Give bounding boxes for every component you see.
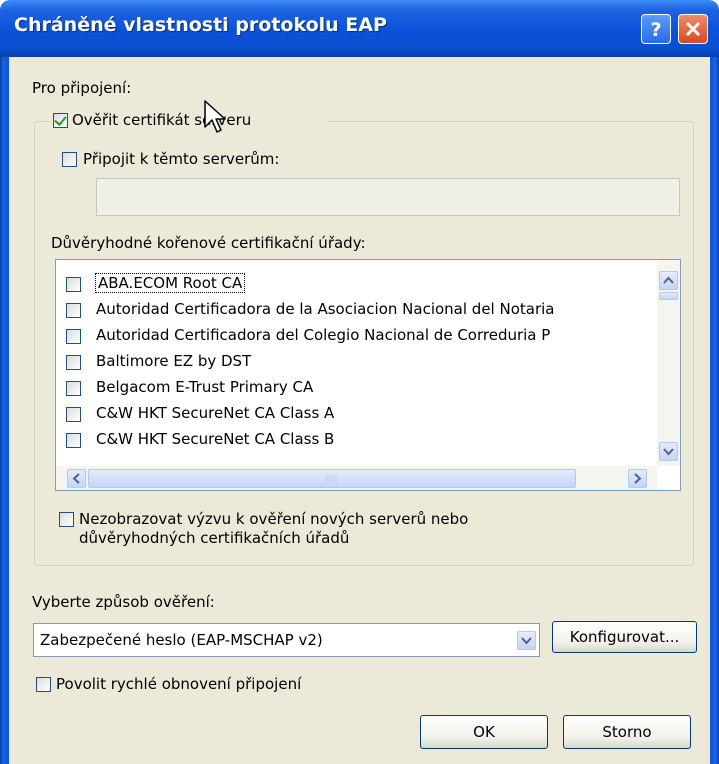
- auth-method-select[interactable]: Zabezpečené heslo (EAP-MSCHAP v2): [33, 623, 540, 657]
- dialog-body: Pro připojení: Ověřit certifikát serveru…: [9, 57, 710, 764]
- chevron-down-icon: [521, 637, 532, 645]
- no-prompt-label-line1: Nezobrazovat výzvu k ověření nových serv…: [79, 510, 469, 528]
- help-button[interactable]: ?: [641, 14, 671, 44]
- scroll-right-button[interactable]: [628, 469, 647, 488]
- ca-label: Belgacom E-Trust Primary CA: [96, 378, 314, 396]
- window-border-left: [0, 57, 9, 764]
- auth-method-label: Vyberte způsob ověření:: [32, 593, 215, 611]
- chevron-up-icon: [663, 276, 674, 284]
- scroll-down-button[interactable]: [659, 442, 678, 461]
- no-prompt-label-line2: důvěryhodných certifikačních úřadů: [79, 529, 350, 547]
- ca-label: C&W HKT SecureNet CA Class A: [96, 404, 335, 422]
- svg-text:?: ?: [650, 19, 661, 41]
- no-prompt-checkbox[interactable]: [59, 512, 74, 527]
- ca-checkbox[interactable]: [66, 381, 81, 396]
- horizontal-scroll-thumb[interactable]: [88, 469, 576, 488]
- scroll-up-button[interactable]: [659, 271, 678, 290]
- vertical-scrollbar[interactable]: [657, 260, 680, 466]
- verify-cert-checkbox-row[interactable]: Ověřit certifikát serveru: [50, 109, 328, 133]
- scroll-left-button[interactable]: [67, 469, 86, 488]
- help-icon: ?: [650, 19, 661, 41]
- trusted-ca-list[interactable]: ABA.ECOM Root CA Autoridad Certificadora…: [55, 259, 681, 491]
- verify-cert-checkbox[interactable]: [53, 113, 68, 128]
- ca-checkbox[interactable]: [66, 303, 81, 318]
- ok-button[interactable]: OK: [420, 715, 548, 749]
- fast-reconnect-label: Povolit rychlé obnovení připojení: [56, 675, 302, 693]
- ca-label: Baltimore EZ by DST: [96, 352, 252, 370]
- chevron-left-icon: [72, 473, 80, 484]
- ca-checkbox[interactable]: [66, 407, 81, 422]
- auth-method-value: Zabezpečené heslo (EAP-MSCHAP v2): [40, 631, 323, 649]
- mouse-cursor-icon: [204, 100, 226, 133]
- trusted-ca-label: Důvěryhodné kořenové certifikační úřady:: [51, 234, 366, 252]
- servers-input[interactable]: [96, 178, 680, 216]
- ca-label: ABA.ECOM Root CA: [94, 273, 246, 293]
- chevron-down-icon: [663, 448, 674, 456]
- window-border-right: [710, 57, 719, 764]
- ca-label: Autoridad Certificadora de la Asociacion…: [96, 300, 555, 318]
- ca-checkbox[interactable]: [66, 433, 81, 448]
- ca-label: C&W HKT SecureNet CA Class B: [96, 430, 335, 448]
- connect-servers-checkbox[interactable]: [62, 152, 77, 167]
- fast-reconnect-checkbox[interactable]: [36, 677, 51, 692]
- configure-button[interactable]: Konfigurovat...: [552, 621, 697, 653]
- dropdown-button[interactable]: [517, 631, 536, 650]
- scroll-thumb[interactable]: [659, 292, 678, 300]
- close-icon: [685, 21, 701, 37]
- ca-checkbox[interactable]: [66, 329, 81, 344]
- close-button[interactable]: [678, 14, 708, 44]
- horizontal-scrollbar[interactable]: [56, 466, 657, 490]
- chevron-right-icon: [634, 473, 642, 484]
- ca-checkbox[interactable]: [66, 355, 81, 370]
- cancel-button[interactable]: Storno: [563, 715, 691, 749]
- grip-icon: [326, 475, 337, 482]
- connection-section-label: Pro připojení:: [32, 79, 132, 97]
- ca-checkbox[interactable]: [66, 277, 81, 292]
- window-title: Chráněné vlastnosti protokolu EAP: [14, 14, 387, 36]
- connect-servers-label: Připojit k těmto serverům:: [83, 150, 280, 168]
- ca-label: Autoridad Certificadora del Colegio Naci…: [96, 326, 551, 344]
